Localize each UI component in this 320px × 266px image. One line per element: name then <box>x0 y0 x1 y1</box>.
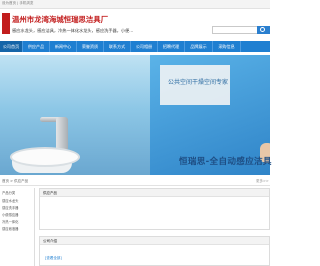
intro-panel-header: 公司介绍 <box>40 237 269 245</box>
main-nav: 公司首页 供应产品 新闻中心 荣誉资质 联系方式 公司相册 招聘代理 品牌展示 … <box>0 41 270 52</box>
nav-item-purchase[interactable]: 采购信息 <box>213 41 241 52</box>
search-button[interactable] <box>257 26 270 34</box>
intro-panel: 公司介绍 [查看全部] <box>39 236 270 266</box>
nav-item-home[interactable]: 公司首页 <box>0 41 23 52</box>
breadcrumb: 首页 > 供应产品 更多>> <box>0 178 270 186</box>
nav-item-albums[interactable]: 公司相册 <box>131 41 158 52</box>
sidebar-item-soap-dispenser[interactable]: 感应皂液器 <box>2 226 18 231</box>
intro-view-all-link[interactable]: [查看全部] <box>45 256 62 261</box>
nav-item-brands[interactable]: 品牌展示 <box>185 41 213 52</box>
products-panel: 供应产品 <box>39 188 270 230</box>
top-bar: 设为首页 | 手机浏览 <box>0 0 270 9</box>
business-keywords: 感应水龙头，感应洁具，冷热一体化水龙头，感应洗手器，小便... <box>12 28 134 33</box>
sidebar-item-hot-cold[interactable]: 冷热一体化 <box>2 219 18 224</box>
faucet-image <box>56 117 68 149</box>
products-panel-header: 供应产品 <box>40 189 269 197</box>
breadcrumb-path[interactable]: 首页 > 供应产品 <box>2 179 28 184</box>
sink-basin-image <box>10 147 80 167</box>
sidebar-item-urinal-sensor[interactable]: 小便感应器 <box>2 212 18 217</box>
more-link[interactable]: 更多>> <box>256 179 269 184</box>
nav-item-news[interactable]: 新闻中心 <box>50 41 77 52</box>
nav-item-contact[interactable]: 联系方式 <box>104 41 131 52</box>
products-panel-title: 供应产品 <box>43 191 57 195</box>
sidebar-item-faucet[interactable]: 感应水龙头 <box>2 198 18 203</box>
nav-item-honors[interactable]: 荣誉资质 <box>77 41 104 52</box>
site-header: 温州市龙湾海城恒瑞思洁具厂 感应水龙头，感应洁具，冷热一体化水龙头，感应洗手器，… <box>0 9 270 40</box>
search-icon <box>260 27 265 32</box>
banner-slogan-main: 恒瑞思-全自动感应洁具 <box>179 157 272 167</box>
company-logo <box>2 13 10 34</box>
sidebar-item-category-header: 产品分类 <box>2 191 16 195</box>
sidebar-categories: 产品分类 感应水龙头 感应洗手器 小便感应器 冷热一体化 感应皂液器 <box>0 188 35 266</box>
banner-slogan-top: 公共空间干燥空间专家 <box>168 79 229 86</box>
sidebar-item-hand-washer[interactable]: 感应洗手器 <box>2 205 18 210</box>
nav-item-products[interactable]: 供应产品 <box>23 41 50 52</box>
top-links[interactable]: 设为首页 | 手机浏览 <box>2 1 33 6</box>
search-input[interactable] <box>212 26 258 34</box>
company-name: 温州市龙湾海城恒瑞思洁具厂 <box>12 15 109 24</box>
nav-item-recruitment[interactable]: 招聘代理 <box>158 41 185 52</box>
intro-panel-title: 公司介绍 <box>43 239 57 243</box>
